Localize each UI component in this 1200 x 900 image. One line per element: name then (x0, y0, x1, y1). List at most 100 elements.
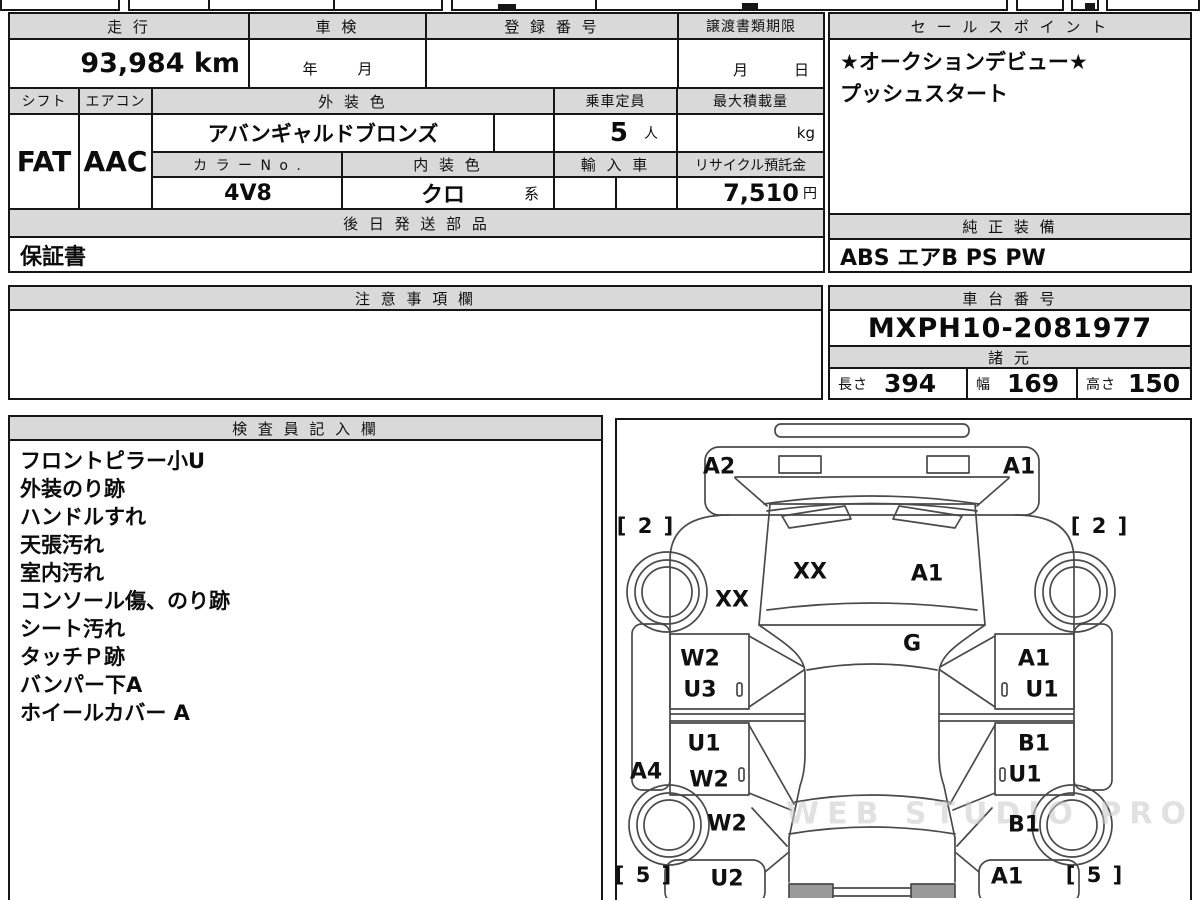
color-no-header-label: カ ラ ー N o . (193, 157, 303, 174)
sales-point-body: ★オークションデビュー★ プッシュスタート (828, 38, 1192, 215)
width-value: 169 (1007, 369, 1060, 398)
sales-point-line-1: ★オークションデビュー★ (840, 50, 1088, 74)
shaken-year-label: 年 (302, 60, 318, 78)
exterior-color-header: 外 装 色 (151, 87, 555, 115)
recycle-header-label: リサイクル預託金 (694, 157, 807, 174)
damage-code-glass: G (902, 631, 922, 657)
cutoff-cell (1106, 0, 1200, 11)
damage-code-front-door-left-1: W2 (680, 646, 720, 672)
registration-header: 登 録 番 号 (425, 12, 679, 40)
cutoff-cell (451, 0, 1008, 11)
width-label: 幅 (976, 376, 991, 393)
mileage-value-cell: 93,984 km (8, 38, 250, 89)
registration-value-cell (425, 38, 679, 89)
cutoff-cell (1016, 0, 1064, 11)
exterior-color-value-cell: アバンギャルドブロンズ (151, 113, 495, 153)
shift-value-cell: FAT (8, 113, 80, 210)
damage-code-quarter-right: B1 (1007, 812, 1041, 838)
damage-code-rear-door-left-2: W2 (689, 767, 729, 793)
width-cell: 幅 169 (966, 367, 1078, 400)
damage-code-rear-door-left-1: U1 (687, 731, 721, 757)
import-header-label: 輸 入 車 (580, 156, 651, 174)
import-value-cell-2 (615, 176, 678, 210)
tire-grade-rear-left: [ 5 ] (614, 863, 674, 887)
later-parts-value-cell: 保証書 (8, 236, 825, 273)
capacity-header: 乗車定員 (553, 87, 678, 115)
exterior-color-extra-cell (493, 113, 555, 153)
capacity-unit: 人 (644, 126, 658, 142)
notes-body (8, 309, 823, 400)
capacity-value: 5 (609, 118, 628, 148)
notes-header-label: 注 意 事 項 欄 (354, 289, 477, 308)
length-label: 長さ (838, 376, 868, 393)
later-parts-header-label: 後 日 発 送 部 品 (343, 214, 490, 233)
shift-header: シフト (8, 87, 80, 115)
damage-code-hood-left: A2 (702, 454, 736, 480)
transfer-value-cell: 月 日 (677, 38, 825, 89)
damage-code-rear-corner-left: U2 (710, 866, 744, 892)
color-no-value: 4V8 (224, 180, 272, 206)
color-no-value-cell: 4V8 (151, 176, 345, 210)
mileage-value: 93,984 km (80, 48, 240, 79)
inspector-line: ホイールカバー A (20, 701, 190, 725)
dimensions-header: 諸 元 (828, 345, 1192, 369)
inspector-header-label: 検 査 員 記 入 欄 (232, 419, 379, 438)
damage-code-windshield-right: A1 (910, 561, 944, 587)
cutoff-divider (208, 0, 210, 11)
cutoff-divider (333, 0, 335, 11)
shaken-value-cell: 年 月 (248, 38, 427, 89)
genuine-equipment-header-label: 純 正 装 備 (962, 218, 1058, 236)
inspector-line: バンパー下A (20, 673, 143, 697)
cutoff-text-fragment (1085, 3, 1095, 9)
sales-point-header: セ ー ル ス ポ イ ン ト (828, 12, 1192, 40)
cutoff-text-fragment (498, 4, 516, 9)
dimensions-header-label: 諸 元 (988, 348, 1032, 367)
inspector-body: フロントピラー小U 外装のり跡 ハンドルすれ 天張汚れ 室内汚れ コンソール傷、… (8, 439, 603, 900)
watermark: WEB STUDIO PRO (786, 796, 1194, 832)
height-label: 高さ (1086, 376, 1116, 393)
aircon-header: エアコン (78, 87, 153, 115)
aircon-header-label: エアコン (85, 94, 146, 110)
chassis-header-label: 車 台 番 号 (962, 289, 1058, 308)
genuine-equipment-value: ABS エアB PS PW (840, 245, 1046, 271)
damage-code-front-door-right-2: U1 (1025, 677, 1059, 703)
cutoff-cell (0, 0, 120, 11)
inspector-line: シート汚れ (20, 617, 125, 641)
later-parts-header: 後 日 発 送 部 品 (8, 208, 825, 238)
inspector-line: タッチＰ跡 (20, 645, 125, 669)
interior-color-suffix: 系 (523, 184, 539, 203)
damage-code-fender-left: XX (715, 587, 749, 613)
inspector-line: フロントピラー小U (20, 449, 206, 473)
registration-header-label: 登 録 番 号 (504, 17, 600, 36)
capacity-value-cell: 5 人 (553, 113, 678, 153)
damage-code-windshield-left: XX (793, 559, 827, 585)
auction-sheet-page: { "sheet": { "top": { "mileage_label": "… (0, 0, 1200, 900)
genuine-equipment-header: 純 正 装 備 (828, 213, 1192, 240)
interior-color-header-label: 内 装 色 (413, 156, 483, 174)
inspector-line: ハンドルすれ (20, 505, 146, 529)
transfer-deadline-header: 譲渡書類期限 (677, 12, 825, 40)
max-load-header: 最大積載量 (676, 87, 825, 115)
import-header: 輸 入 車 (553, 151, 678, 178)
sales-point-line-2: プッシュスタート (840, 82, 1008, 106)
cutoff-divider (595, 0, 597, 11)
height-value: 150 (1128, 369, 1181, 398)
shaken-month-label: 月 (357, 60, 373, 78)
cutoff-cell (128, 0, 443, 11)
chassis-value-cell: MXPH10-2081977 (828, 309, 1192, 347)
aircon-value: AAC (83, 145, 148, 178)
damage-code-rear-door-right-2: U1 (1008, 762, 1042, 788)
length-cell: 長さ 394 (828, 367, 968, 400)
import-value-cell-1 (553, 176, 617, 210)
sales-point-header-label: セ ー ル ス ポ イ ン ト (910, 17, 1110, 36)
interior-color-value-cell: クロ 系 (341, 176, 555, 210)
chassis-value: MXPH10-2081977 (867, 312, 1153, 344)
transfer-header-label: 譲渡書類期限 (706, 19, 796, 35)
damage-code-quarter-left: W2 (707, 811, 747, 837)
tire-grade-front-left: [ 2 ] (616, 514, 676, 538)
damage-code-rear-door-right-1: B1 (1017, 731, 1051, 757)
cutoff-text-fragment (742, 3, 758, 9)
shaken-header-label: 車 検 (315, 17, 360, 36)
notes-header: 注 意 事 項 欄 (8, 285, 823, 311)
transfer-day-label: 日 (793, 61, 809, 79)
